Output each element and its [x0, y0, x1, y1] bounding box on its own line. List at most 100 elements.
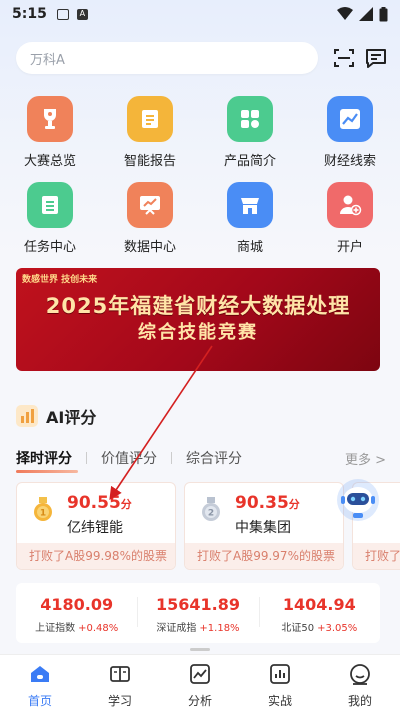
grid-label: 产品简介 [223, 154, 276, 169]
market-index-strip: 4180.09 上证指数 +0.48% 15641.89 深证成指 +1.18% 1… [16, 583, 380, 643]
grid-label: 大赛总览 [23, 154, 76, 169]
score-value: 90.35分 [235, 493, 300, 513]
nav-me[interactable]: 我的 [320, 655, 400, 711]
grid-item-report[interactable]: 智能报告 [100, 96, 200, 169]
silver-medal-icon: 2 [202, 497, 220, 521]
more-link[interactable]: 更多 > [345, 449, 386, 468]
report-icon [127, 96, 173, 142]
score-card[interactable]: 1 90.55分 亿纬锂能 打败了A股99.98%的股票 [16, 482, 176, 570]
shop-icon [227, 182, 273, 228]
index-value: 4180.09 [40, 595, 114, 614]
tab-divider [86, 452, 87, 464]
grid-item-product[interactable]: 产品简介 [200, 96, 300, 169]
score-unit: 分 [120, 498, 132, 511]
grid-item-open-account[interactable]: 开户 [300, 182, 400, 255]
ai-assistant-robot-icon[interactable] [336, 478, 380, 522]
banner-title-line2: 综合技能竞赛 [138, 322, 258, 343]
grid-label: 开户 [336, 240, 363, 255]
stock-name: 亿纬锂能 [67, 520, 123, 536]
book-icon [110, 666, 130, 682]
nav-label: 学习 [107, 694, 132, 708]
ai-score-icon [16, 405, 38, 427]
scan-icon[interactable] [332, 46, 356, 70]
nav-practice[interactable]: 实战 [240, 655, 320, 711]
trophy-icon [27, 96, 73, 142]
index-label: 上证指数 [35, 623, 76, 634]
analysis-icon [190, 664, 210, 684]
index-change: +1.18% [199, 623, 240, 634]
index-label: 北证50 [281, 623, 315, 634]
bottom-nav: 首页 学习 分析 实战 我的 [0, 654, 400, 711]
score-unit: 分 [288, 498, 300, 511]
grid-item-clues[interactable]: 财经线索 [300, 96, 400, 169]
ai-section-title: AI评分 [46, 408, 97, 427]
index-name: 深证成指 +1.18% [137, 619, 258, 634]
chart-up-icon [327, 96, 373, 142]
board-icon [127, 182, 173, 228]
apps-icon [227, 96, 273, 142]
tab-value-score[interactable]: 价值评分 [101, 448, 157, 468]
signal-icon [359, 7, 373, 21]
ai-tabs: 择时评分 价值评分 综合评分 更多 > [16, 448, 386, 473]
grid-label: 商城 [236, 240, 263, 255]
index-name: 北证50 +3.05% [259, 619, 380, 634]
nav-home[interactable]: 首页 [0, 655, 80, 711]
page-indicator [190, 648, 210, 651]
nav-learn[interactable]: 学习 [80, 655, 160, 711]
nav-label: 我的 [347, 694, 372, 708]
score-number: 90.35 [235, 493, 289, 513]
gold-medal-icon: 1 [34, 497, 52, 521]
nav-label: 分析 [187, 694, 212, 708]
index-change: +3.05% [317, 623, 358, 634]
nav-label: 首页 [27, 694, 52, 708]
beat-text: 打败了 [353, 543, 400, 569]
grid-item-tasks[interactable]: 任务中心 [0, 182, 100, 255]
grid-item-shop[interactable]: 商城 [200, 182, 300, 255]
bar-chart-icon [270, 664, 290, 684]
grid-item-overview[interactable]: 大赛总览 [0, 96, 100, 169]
score-card[interactable]: 2 90.35分 中集集团 打败了A股99.97%的股票 [184, 482, 344, 570]
competition-banner[interactable]: 数感世界 技创未来 2025年福建省财经大数据处理 综合技能竞赛 [16, 268, 380, 371]
index-label: 深证成指 [156, 623, 197, 634]
index-value: 1404.94 [282, 595, 356, 614]
score-value: 90.55分 [67, 493, 132, 513]
ai-section-header: AI评分 [16, 404, 96, 428]
status-bar: 5:15 A [0, 0, 400, 28]
home-icon [31, 666, 49, 682]
stock-name: 中集集团 [235, 520, 291, 536]
status-time: 5:15 [12, 6, 47, 22]
svg-text:1: 1 [40, 509, 46, 519]
user-face-icon [350, 664, 370, 685]
grid-label: 财经线索 [323, 154, 376, 169]
battery-icon [379, 6, 388, 21]
search-input[interactable]: 万科A [16, 42, 318, 74]
grid-item-data[interactable]: 数据中心 [100, 182, 200, 255]
beat-text: 打败了A股99.97%的股票 [185, 543, 343, 569]
grid-label: 智能报告 [123, 154, 176, 169]
index-item[interactable]: 1404.94 北证50 +3.05% [258, 583, 380, 643]
nav-analysis[interactable]: 分析 [160, 655, 240, 711]
beat-text: 打败了A股99.98%的股票 [17, 543, 175, 569]
search-placeholder: 万科A [30, 52, 65, 68]
wifi-icon [337, 7, 353, 20]
index-item[interactable]: 4180.09 上证指数 +0.48% [16, 583, 137, 643]
svg-text:2: 2 [208, 509, 214, 519]
index-name: 上证指数 +0.48% [16, 619, 137, 634]
nav-label: 实战 [267, 694, 292, 708]
tab-divider [171, 452, 172, 464]
index-value: 15641.89 [155, 595, 240, 614]
banner-tag: 数感世界 技创未来 [22, 275, 98, 285]
message-icon[interactable] [364, 46, 388, 70]
gallery-notification-icon [56, 8, 69, 20]
tab-overall-score[interactable]: 综合评分 [186, 448, 242, 468]
score-number: 90.55 [67, 493, 121, 513]
tab-timing-score[interactable]: 择时评分 [16, 448, 78, 473]
index-item[interactable]: 15641.89 深证成指 +1.18% [137, 583, 258, 643]
banner-title-line1: 2025年福建省财经大数据处理 [45, 294, 351, 318]
grid-label: 数据中心 [123, 240, 176, 255]
list-icon [27, 182, 73, 228]
add-user-icon [327, 182, 373, 228]
index-change: +0.48% [78, 623, 119, 634]
grid-label: 任务中心 [23, 240, 76, 255]
a-notification-icon: A [76, 8, 88, 20]
